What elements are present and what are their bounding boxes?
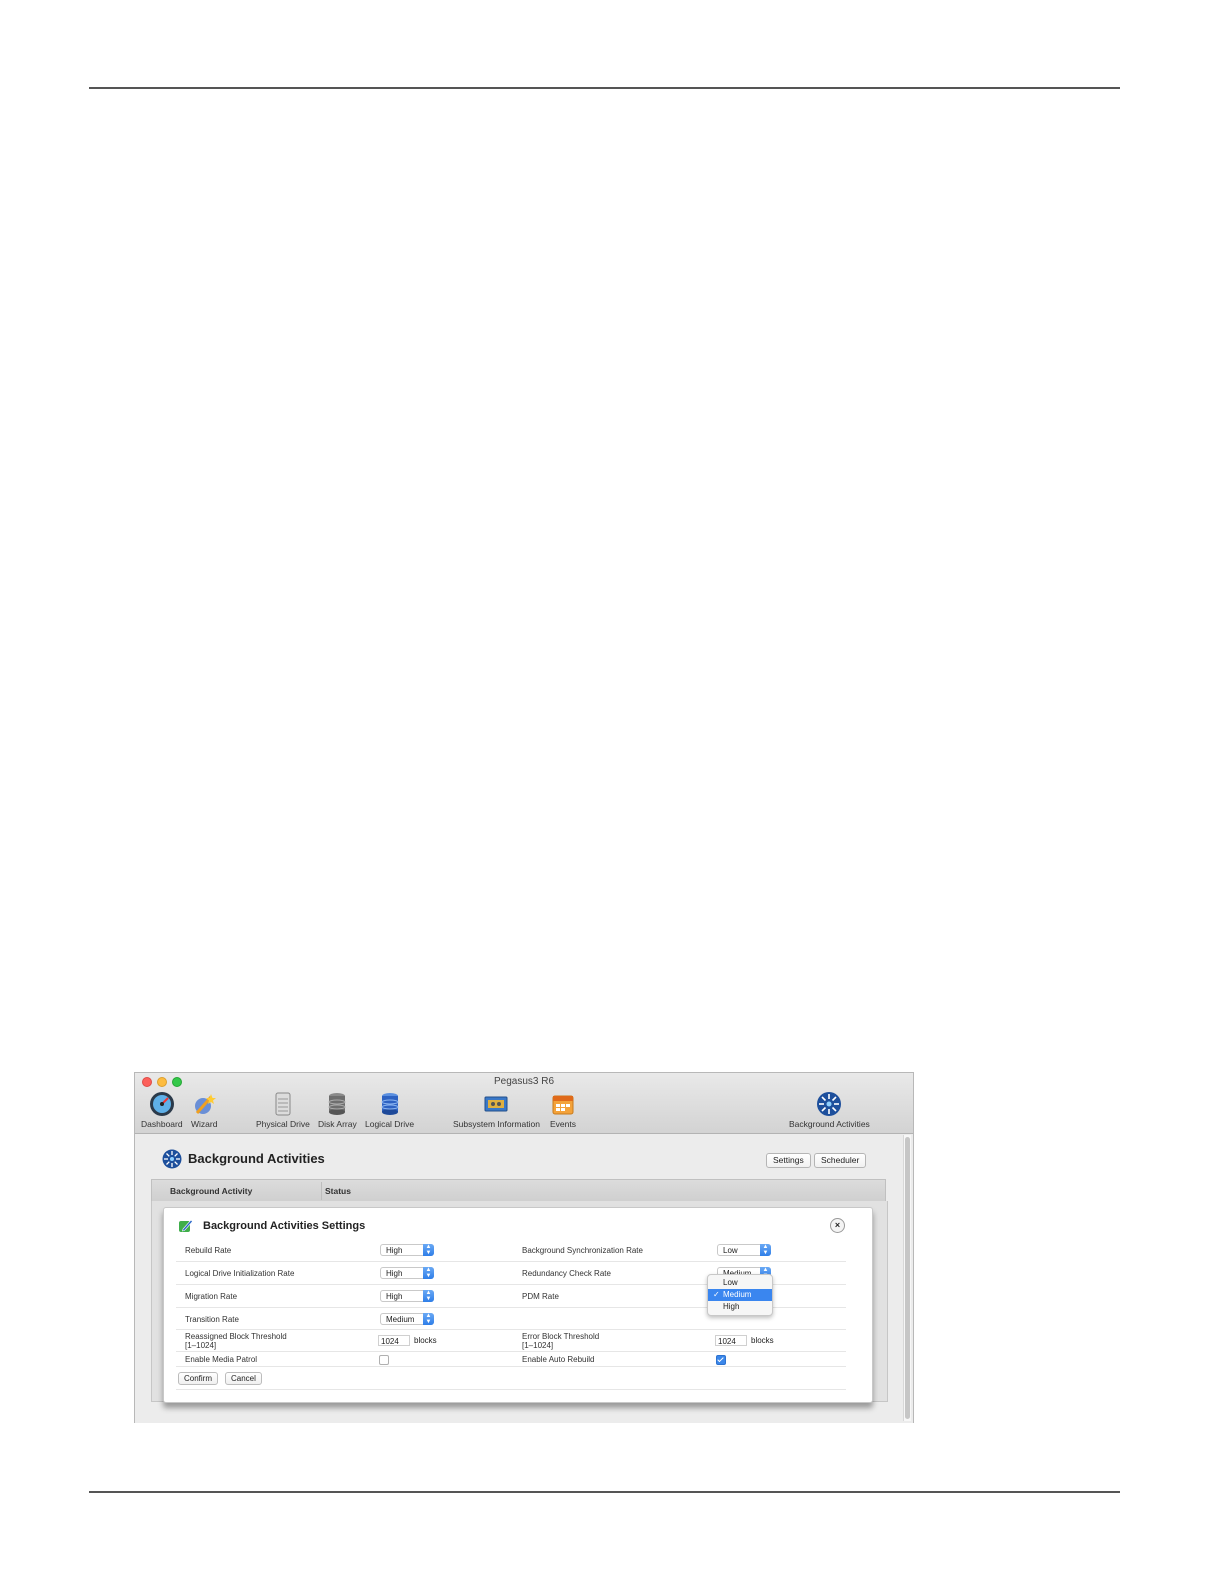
toolbar-events-label: Events	[550, 1119, 576, 1129]
select-stepper-icon: ▲▼	[760, 1244, 771, 1256]
redundancy-check-rate-label: Redundancy Check Rate	[522, 1269, 611, 1278]
row-divider	[176, 1389, 846, 1390]
background-sync-rate-label: Background Synchronization Rate	[522, 1246, 643, 1255]
toolbar-events[interactable]: Events	[550, 1091, 576, 1129]
wizard-icon	[191, 1091, 217, 1117]
pdm-rate-label: PDM Rate	[522, 1292, 559, 1301]
transition-rate-select[interactable]: Medium ▲ ▼	[380, 1313, 434, 1325]
row-divider	[176, 1366, 846, 1367]
page-bottom-rule	[89, 1491, 1120, 1493]
rebuild-rate-select[interactable]: High ▲ ▼	[380, 1244, 434, 1256]
background-sync-rate-value: Low	[723, 1246, 738, 1255]
ld-init-rate-select[interactable]: High ▲ ▼	[380, 1267, 434, 1279]
page-title: Background Activities	[188, 1151, 325, 1166]
toolbar-dashboard[interactable]: Dashboard	[141, 1091, 183, 1129]
column-divider	[321, 1182, 322, 1200]
toolbar-dashboard-label: Dashboard	[141, 1119, 183, 1129]
page-top-rule	[89, 87, 1120, 89]
window-titlebar: Pegasus3 R6 Dashboard Wizard Physical Dr…	[135, 1073, 913, 1134]
rebuild-rate-label: Rebuild Rate	[185, 1246, 232, 1255]
dialog-close-button[interactable]: ×	[830, 1218, 845, 1233]
toolbar-logical-drive[interactable]: Logical Drive	[365, 1091, 414, 1129]
error-threshold-unit: blocks	[751, 1336, 774, 1345]
toolbar-background-activities[interactable]: Background Activities	[789, 1091, 870, 1129]
dialog-title: Background Activities Settings	[203, 1220, 366, 1232]
select-stepper-icon: ▲▼	[423, 1267, 434, 1279]
scheduler-button[interactable]: Scheduler	[814, 1153, 867, 1168]
toolbar-background-activities-label: Background Activities	[789, 1119, 870, 1129]
select-stepper-icon: ▲▼	[423, 1244, 434, 1256]
cancel-button[interactable]: Cancel	[225, 1372, 262, 1385]
toolbar-physical-drive-label: Physical Drive	[256, 1119, 310, 1129]
dashboard-gauge-icon	[149, 1091, 175, 1117]
row-divider	[176, 1351, 846, 1352]
error-threshold-input[interactable]: 1024	[715, 1335, 747, 1346]
toolbar-physical-drive[interactable]: Physical Drive	[256, 1091, 310, 1129]
toolbar-disk-array-label: Disk Array	[318, 1119, 357, 1129]
toolbar-disk-array[interactable]: Disk Array	[318, 1091, 357, 1129]
dropdown-option-medium-label: Medium	[723, 1290, 752, 1299]
select-stepper-icon: ▲▼	[423, 1290, 434, 1302]
dropdown-option-low[interactable]: Low	[708, 1277, 772, 1289]
select-stepper-icon: ▲▼	[423, 1313, 434, 1325]
vertical-scrollbar[interactable]	[903, 1135, 911, 1421]
auto-rebuild-checkbox[interactable]	[716, 1355, 726, 1365]
background-activities-settings-dialog: Background Activities Settings × Rebuild…	[163, 1207, 873, 1403]
dropdown-option-medium[interactable]: ✓ Medium	[708, 1289, 772, 1301]
auto-rebuild-label: Enable Auto Rebuild	[522, 1355, 595, 1364]
reassigned-threshold-range: [1–1024]	[185, 1341, 217, 1350]
physical-drive-icon	[270, 1091, 296, 1117]
window-title: Pegasus3 R6	[493, 1076, 555, 1087]
column-header-status[interactable]: Status	[325, 1186, 351, 1196]
confirm-button[interactable]: Confirm	[178, 1372, 219, 1385]
background-activities-icon	[162, 1149, 182, 1169]
column-header-background-activity[interactable]: Background Activity	[170, 1186, 252, 1196]
settings-pencil-icon	[178, 1218, 193, 1233]
dropdown-option-high[interactable]: High	[708, 1301, 772, 1313]
logical-drive-icon	[377, 1091, 403, 1117]
rebuild-rate-value: High	[386, 1246, 403, 1255]
ld-init-rate-value: High	[386, 1269, 403, 1278]
subsystem-info-icon	[483, 1091, 509, 1117]
reassigned-threshold-label: Reassigned Block Threshold	[185, 1332, 287, 1341]
row-divider	[176, 1329, 846, 1330]
transition-rate-value: Medium	[386, 1315, 415, 1324]
reassigned-threshold-input[interactable]: 1024	[378, 1335, 410, 1346]
disk-array-icon	[324, 1091, 350, 1117]
toolbar-wizard-label: Wizard	[191, 1119, 218, 1129]
toolbar-logical-drive-label: Logical Drive	[365, 1119, 415, 1129]
error-threshold-range: [1–1024]	[522, 1341, 554, 1350]
background-activities-icon	[816, 1091, 842, 1117]
row-divider	[176, 1261, 846, 1262]
pdm-rate-dropdown[interactable]: Low ✓ Medium High	[707, 1274, 773, 1316]
ld-init-rate-label: Logical Drive Initialization Rate	[185, 1269, 295, 1278]
events-calendar-icon	[550, 1091, 576, 1117]
toolbar-subsystem-information-label: Subsystem Information	[453, 1119, 540, 1129]
settings-button[interactable]: Settings	[766, 1153, 811, 1168]
scrollbar-thumb[interactable]	[905, 1137, 910, 1419]
migration-rate-value: High	[386, 1292, 403, 1301]
error-threshold-label: Error Block Threshold	[522, 1332, 600, 1341]
media-patrol-label: Enable Media Patrol	[185, 1355, 258, 1364]
reassigned-threshold-unit: blocks	[414, 1336, 437, 1345]
background-sync-rate-select[interactable]: Low ▲ ▼	[717, 1244, 771, 1256]
migration-rate-select[interactable]: High ▲ ▼	[380, 1290, 434, 1302]
migration-rate-label: Migration Rate	[185, 1292, 238, 1301]
checkmark-icon: ✓	[713, 1290, 720, 1299]
toolbar-wizard[interactable]: Wizard	[191, 1091, 217, 1129]
app-window: Pegasus3 R6 Dashboard Wizard Physical Dr…	[134, 1072, 914, 1423]
transition-rate-label: Transition Rate	[185, 1315, 239, 1324]
media-patrol-checkbox[interactable]	[379, 1355, 389, 1365]
activity-table-header: Background Activity Status	[151, 1179, 886, 1202]
toolbar-subsystem-information[interactable]: Subsystem Information	[453, 1091, 540, 1129]
